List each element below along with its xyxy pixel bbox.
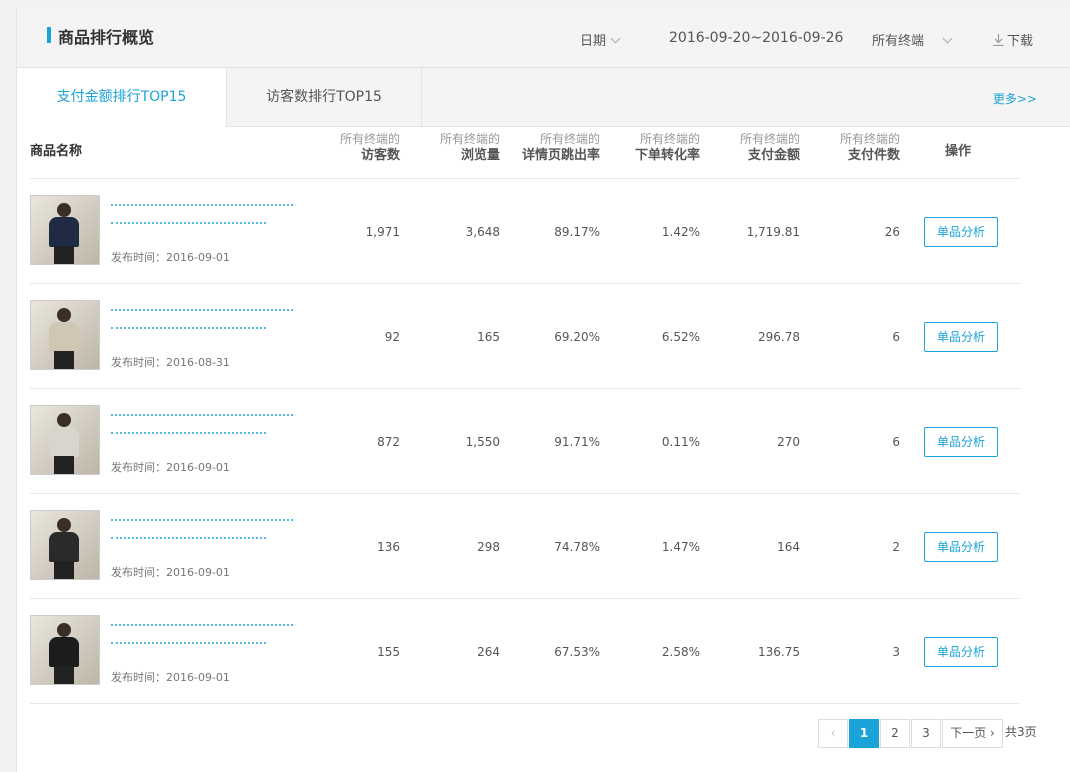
table-row: 发布时间：2016-09-01 136 298 74.78% 1.47% 164 2 单品分析 bbox=[30, 494, 1020, 599]
publish-time: 发布时间：2016-09-01 bbox=[111, 251, 230, 264]
table-row: 发布时间：2016-09-01 155 264 67.53% 2.58% 136.75 3 单… bbox=[30, 599, 1020, 704]
product-title-link[interactable] bbox=[111, 615, 293, 649]
publish-time: 发布时间：2016-09-01 bbox=[111, 461, 230, 474]
publish-time: 发布时间：2016-08-31 bbox=[111, 356, 230, 369]
col-payment-qty: 所有终端的 支付件数 bbox=[839, 132, 900, 163]
table-row: 发布时间：2016-08-31 92 165 69.20% 6.52% 296.78 6 单品… bbox=[30, 284, 1020, 389]
pagination: ‹ 1 2 3 下一页 › 共3页 bbox=[0, 719, 1070, 748]
terminal-label: 所有终端 bbox=[872, 34, 925, 49]
table-row: 发布时间：2016-09-01 872 1,550 91.71% 0.11% 270 6 单品… bbox=[30, 389, 1020, 494]
chevron-down-icon bbox=[610, 33, 621, 44]
product-analysis-button[interactable]: 单品分析 bbox=[924, 532, 998, 562]
product-analysis-button[interactable]: 单品分析 bbox=[924, 217, 998, 247]
table-body: 发布时间：2016-09-01 1,971 3,648 89.17% 1.42% 1,71… bbox=[30, 179, 1020, 704]
download-button[interactable]: 下载 bbox=[993, 30, 1033, 49]
download-label: 下载 bbox=[1007, 34, 1034, 49]
page-3-button[interactable]: 3 bbox=[911, 719, 941, 748]
cell-payment-qty: 2 bbox=[892, 540, 900, 554]
table-header: 商品名称 所有终端的 访客数 所有终端的 浏览量 所有终端的 详情页跳出率 所有终端的… bbox=[30, 118, 1020, 179]
cell-payment-qty: 3 bbox=[892, 645, 900, 659]
total-pages: 共3页 bbox=[1005, 725, 1037, 739]
table-row: 发布时间：2016-09-01 1,971 3,648 89.17% 1.42% 1,71… bbox=[30, 179, 1020, 284]
terminal-dropdown[interactable]: 所有终端 bbox=[872, 30, 953, 49]
product-analysis-button[interactable]: 单品分析 bbox=[924, 322, 998, 352]
title-accent-bar bbox=[47, 27, 51, 43]
prev-page-button[interactable]: ‹ bbox=[818, 719, 848, 748]
product-thumbnail[interactable] bbox=[30, 405, 100, 475]
product-title-link[interactable] bbox=[111, 300, 293, 334]
cell-payment-qty: 26 bbox=[884, 225, 900, 239]
date-range[interactable]: 2016-09-20~2016-09-26 bbox=[669, 30, 843, 46]
page-title: 商品排行概览 bbox=[58, 28, 155, 47]
page-1-button[interactable]: 1 bbox=[849, 719, 879, 748]
next-page-button[interactable]: 下一页 › bbox=[942, 719, 1003, 748]
date-dropdown[interactable]: 日期 bbox=[580, 30, 621, 49]
ranking-table: 商品名称 所有终端的 访客数 所有终端的 浏览量 所有终端的 详情页跳出率 所有终端的… bbox=[30, 118, 1020, 704]
product-analysis-button[interactable]: 单品分析 bbox=[924, 637, 998, 667]
product-analysis-button[interactable]: 单品分析 bbox=[924, 427, 998, 457]
chevron-down-icon bbox=[942, 33, 953, 44]
page-2-button[interactable]: 2 bbox=[880, 719, 910, 748]
publish-time: 发布时间：2016-09-01 bbox=[111, 566, 230, 579]
product-title-link[interactable] bbox=[111, 405, 293, 439]
product-thumbnail[interactable] bbox=[30, 510, 100, 580]
publish-time: 发布时间：2016-09-01 bbox=[111, 671, 230, 684]
product-thumbnail[interactable] bbox=[30, 300, 100, 370]
date-label: 日期 bbox=[580, 34, 607, 49]
product-thumbnail[interactable] bbox=[30, 615, 100, 685]
cell-payment-qty: 6 bbox=[892, 330, 900, 344]
product-thumbnail[interactable] bbox=[30, 195, 100, 265]
product-title-link[interactable] bbox=[111, 195, 293, 229]
col-operation: 操作 bbox=[945, 144, 972, 159]
cell-payment-qty: 6 bbox=[892, 435, 900, 449]
product-title-link[interactable] bbox=[111, 510, 293, 544]
panel-header: 商品排行概览 日期 2016-09-20~2016-09-26 所有终端 下载 bbox=[17, 8, 1070, 68]
col-product-name: 商品名称 bbox=[30, 144, 83, 159]
more-link[interactable]: 更多>> bbox=[993, 90, 1037, 107]
download-icon bbox=[993, 34, 1004, 46]
